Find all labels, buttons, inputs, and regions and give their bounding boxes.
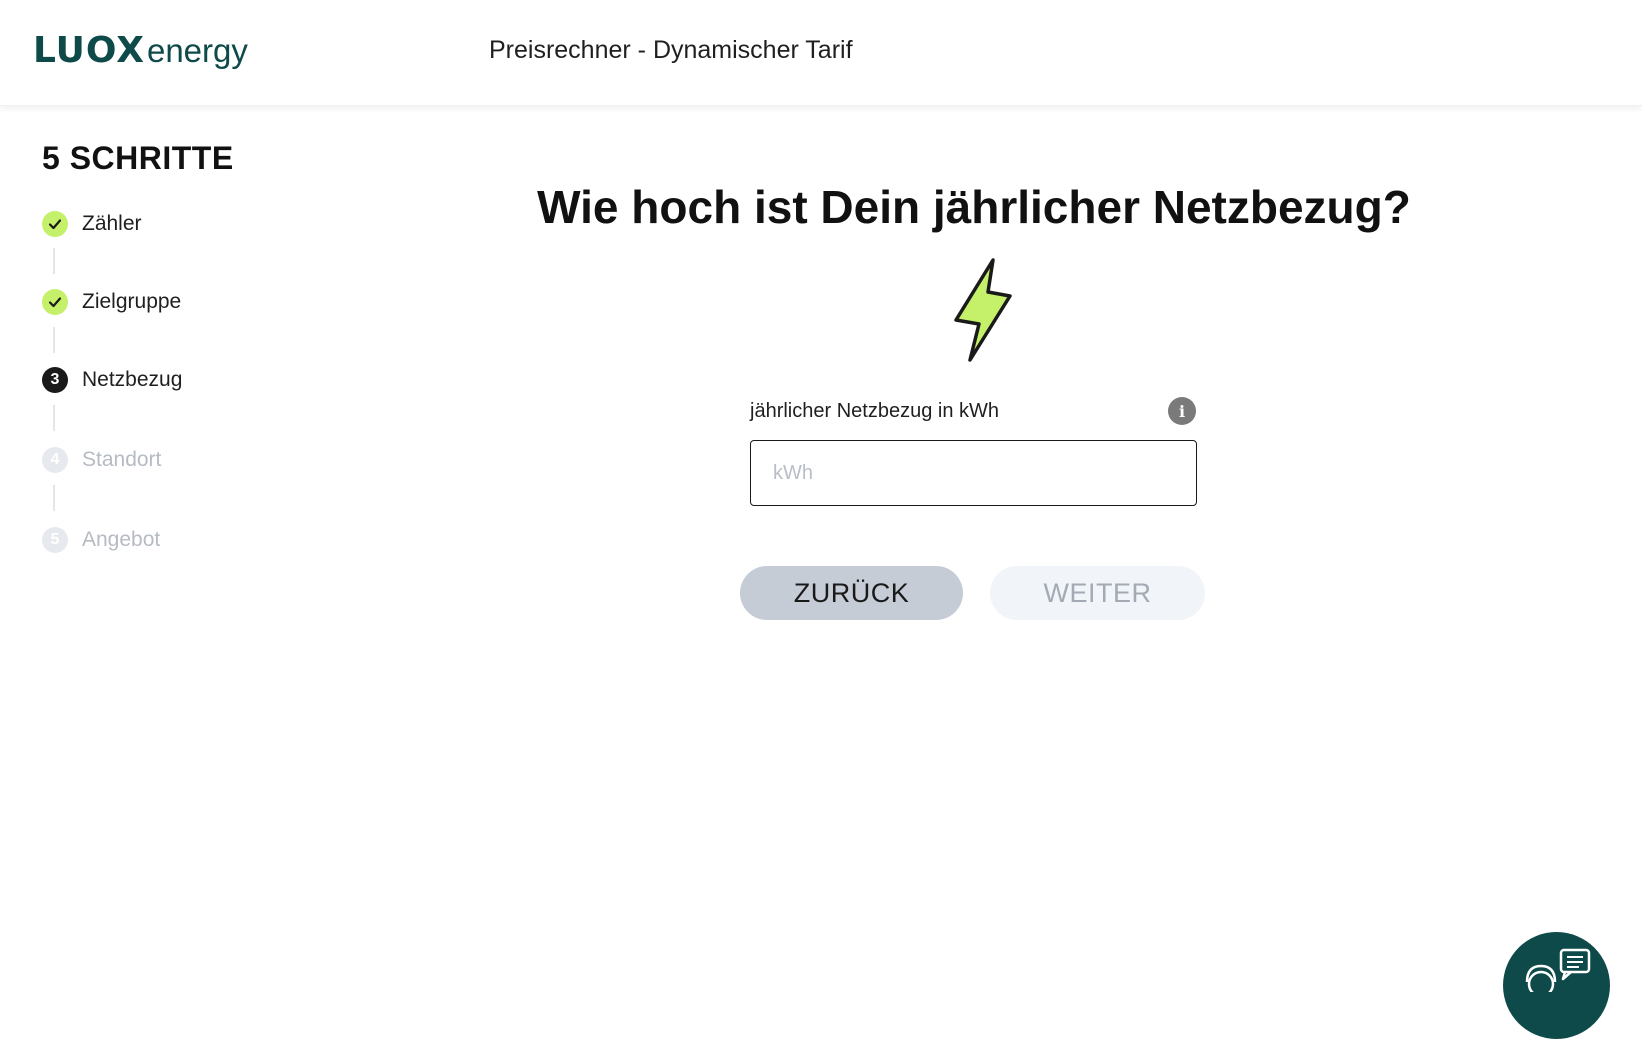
step-label: Netzbezug	[82, 368, 183, 391]
step-angebot: 5 Angebot	[42, 526, 160, 554]
step-number-badge: 3	[42, 367, 68, 393]
step-connector	[53, 405, 55, 431]
step-netzbezug: 3 Netzbezug	[42, 366, 182, 394]
next-button[interactable]: WEITER	[990, 566, 1205, 620]
step-connector	[53, 485, 55, 511]
step-label: Standort	[82, 448, 162, 471]
steps-heading: 5 SCHRITTE	[42, 140, 234, 176]
logo-suffix: energy	[146, 32, 248, 69]
step-connector	[53, 248, 55, 274]
page-header: LUOX energy Preisrechner - Dynamischer T…	[0, 0, 1642, 106]
netzbezug-input[interactable]	[750, 440, 1197, 506]
netzbezug-field-label: jährlicher Netzbezug in kWh	[750, 400, 999, 422]
support-chat-icon	[1525, 948, 1591, 998]
step-connector	[53, 327, 55, 353]
page-header-title: Preisrechner - Dynamischer Tarif	[489, 36, 853, 64]
logo-wordmark: LUOX	[33, 30, 145, 71]
luox-energy-logo[interactable]: LUOX energy	[33, 30, 248, 74]
question-heading: Wie hoch ist Dein jährlicher Netzbezug?	[537, 181, 1411, 233]
check-icon	[42, 289, 68, 315]
step-number-badge: 4	[42, 447, 68, 473]
lightning-bolt-icon	[954, 258, 1012, 362]
back-button[interactable]: ZURÜCK	[740, 566, 963, 620]
step-label: Zielgruppe	[82, 290, 182, 313]
support-chat-button[interactable]	[1503, 932, 1610, 1039]
info-icon[interactable]: i	[1168, 397, 1196, 425]
step-zielgruppe: Zielgruppe	[42, 288, 181, 316]
step-label: Angebot	[82, 528, 161, 551]
step-number-badge: 5	[42, 527, 68, 553]
step-standort: 4 Standort	[42, 446, 161, 474]
